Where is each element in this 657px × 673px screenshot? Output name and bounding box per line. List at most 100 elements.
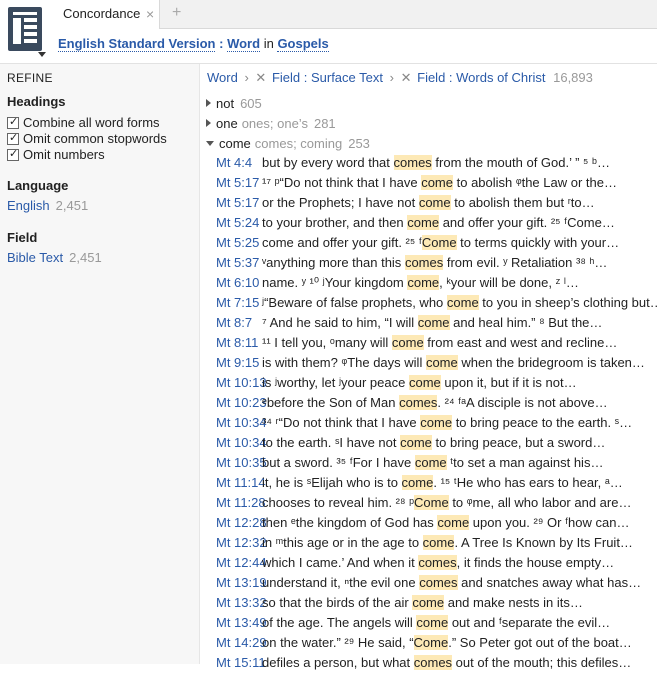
context-after: and offer your gift. ²⁵ ᶠCome… <box>439 215 615 230</box>
verse-reference-link[interactable]: Mt 5:37 <box>216 253 262 273</box>
collapse-arrow-icon[interactable] <box>206 141 214 146</box>
chevron-down-icon[interactable] <box>38 52 46 57</box>
verse-reference-link[interactable]: Mt 11:14 <box>216 473 266 493</box>
field-facet-link[interactable]: Bible Text <box>7 250 63 265</box>
verse-reference-link[interactable]: Mt 13:19 <box>216 573 267 593</box>
result-row[interactable]: Mt 15:11defiles a person, but what comes… <box>216 653 657 673</box>
result-row[interactable]: Mt 13:49of the age. The angels will come… <box>216 613 657 633</box>
result-row[interactable]: Mt 13:19understand it, ⁿthe evil one com… <box>216 573 657 593</box>
close-icon[interactable]: × <box>146 6 154 22</box>
tab-concordance[interactable]: Concordance × <box>54 0 160 29</box>
context-after: , ᵏyour will be done, ᶻ ˡ… <box>439 275 579 290</box>
matched-word: come <box>422 535 455 550</box>
verse-reference-link[interactable]: Mt 15:11 <box>216 653 266 673</box>
scope-link[interactable]: Gospels <box>277 36 329 52</box>
add-tab-button[interactable]: + <box>172 4 181 22</box>
result-row[interactable]: Mt 8:11 ¹¹ I tell you, ᵒmany will come fr… <box>216 333 657 353</box>
crumb-word[interactable]: Word <box>207 70 238 85</box>
verse-reference-link[interactable]: Mt 7:15 <box>216 293 262 313</box>
verse-reference-link[interactable]: Mt 10:13 <box>216 373 267 393</box>
result-row[interactable]: Mt 13:32so that the birds of the air com… <box>216 593 657 613</box>
matched-word: come <box>425 355 458 370</box>
verse-reference-link[interactable]: Mt 10:35 <box>216 453 267 473</box>
context-text: it, he is ˢElijah who is to come. ¹⁵ ᵗHe… <box>262 475 623 490</box>
result-row[interactable]: Mt 4:4 but by every word that comes from … <box>216 153 657 173</box>
verse-reference-link[interactable]: Mt 9:15 <box>216 353 262 373</box>
omit-numbers-checkbox[interactable]: Omit numbers <box>7 147 105 163</box>
omit-stopwords-checkbox[interactable]: Omit common stopwords <box>7 131 167 147</box>
verse-reference-link[interactable]: Mt 5:24 <box>216 213 262 233</box>
layout-menu-icon[interactable] <box>8 7 42 51</box>
context-before: to your brother, and then <box>262 215 408 230</box>
result-row[interactable]: Mt 8:7 ⁷ And he said to him, “I will come… <box>216 313 657 333</box>
result-row[interactable]: Mt 12:28then ᵉthe kingdom of God has com… <box>216 513 657 533</box>
verse-reference-link[interactable]: Mt 8:7 <box>216 313 262 333</box>
group-not[interactable]: not 605 <box>206 96 262 111</box>
verse-reference-link[interactable]: Mt 10:23 <box>216 393 267 413</box>
verse-reference-link[interactable]: Mt 6:10 <box>216 273 262 293</box>
result-row[interactable]: Mt 10:35but a sword. ³⁵ ᶠFor I have come… <box>216 453 657 473</box>
result-row[interactable]: Mt 5:17 or the Prophets; I have not come … <box>216 193 657 213</box>
verse-reference-link[interactable]: Mt 14:29 <box>216 633 267 653</box>
expand-arrow-icon[interactable] <box>206 99 211 107</box>
matched-word: Come <box>414 495 449 510</box>
context-before: to the earth. ˢI have not <box>262 435 401 450</box>
context-before: chooses to reveal him. ²⁸ ᵖ <box>262 495 415 510</box>
verse-reference-link[interactable]: Mt 13:32 <box>216 593 267 613</box>
checkbox-icon[interactable] <box>7 115 19 129</box>
language-facet-link[interactable]: English <box>7 198 50 213</box>
verse-reference-link[interactable]: Mt 12:44 <box>216 553 267 573</box>
checkbox-icon[interactable] <box>7 147 19 161</box>
context-before: understand it, ⁿthe evil one <box>262 575 420 590</box>
result-row[interactable]: Mt 11:28chooses to reveal him. ²⁸ ᵖCome … <box>216 493 657 513</box>
verse-reference-link[interactable]: Mt 5:17 <box>216 173 262 193</box>
matched-word: come <box>391 335 424 350</box>
group-word: not <box>216 96 235 111</box>
verse-reference-link[interactable]: Mt 12:32 <box>216 533 267 553</box>
field-link[interactable]: Word <box>227 36 261 52</box>
verse-reference-link[interactable]: Mt 5:25 <box>216 233 262 253</box>
result-row[interactable]: Mt 5:17 ¹⁷ ᵖ“Do not think that I have com… <box>216 173 657 193</box>
group-forms: comes; coming <box>254 136 343 151</box>
result-row[interactable]: Mt 5:25 come and offer your gift. ²⁵ ᶠCom… <box>216 233 657 253</box>
verse-reference-link[interactable]: Mt 11:28 <box>216 493 266 513</box>
result-row[interactable]: Mt 12:32in ᵐthis age or in the age to co… <box>216 533 657 553</box>
checkbox-icon[interactable] <box>7 131 19 145</box>
result-row[interactable]: Mt 10:23ᵉbefore the Son of Man comes. ²⁴… <box>216 393 657 413</box>
result-row[interactable]: Mt 9:15 is with them? ᵠThe days will come… <box>216 353 657 373</box>
result-row[interactable]: Mt 7:15 ʲ“Beware of false prophets, who c… <box>216 293 657 313</box>
result-row[interactable]: Mt 5:24 to your brother, and then come an… <box>216 213 657 233</box>
context-after: and make nests in its… <box>444 595 583 610</box>
crumb-words-of-christ[interactable]: Field : Words of Christ <box>417 70 545 85</box>
group-come[interactable]: come comes; coming 253 <box>206 136 370 151</box>
remove-filter-icon[interactable]: ✕ <box>255 70 266 85</box>
combine-word-forms-checkbox[interactable]: Combine all word forms <box>7 115 160 131</box>
remove-filter-icon[interactable]: ✕ <box>401 70 412 85</box>
matched-word: comes <box>413 655 453 670</box>
verse-reference-link[interactable]: Mt 13:49 <box>216 613 267 633</box>
context-before: so that the birds of the air <box>262 595 413 610</box>
context-before: come and offer your gift. ²⁵ ᶠ <box>262 235 422 250</box>
verse-reference-link[interactable]: Mt 10:34 <box>216 413 267 433</box>
result-row[interactable]: Mt 14:29on the water.” ²⁹ He said, “Come… <box>216 633 657 653</box>
result-row[interactable]: Mt 12:44which I came.’ And when it comes… <box>216 553 657 573</box>
verse-reference-link[interactable]: Mt 8:11 <box>216 333 262 353</box>
result-row[interactable]: Mt 10:13is ʲworthy, let ʲyour peace come… <box>216 373 657 393</box>
result-row[interactable]: Mt 5:37 ᵛanything more than this comes fr… <box>216 253 657 273</box>
verse-reference-link[interactable]: Mt 5:17 <box>216 193 262 213</box>
crumb-surface-text[interactable]: Field : Surface Text <box>272 70 383 85</box>
verse-reference-link[interactable]: Mt 4:4 <box>216 153 262 173</box>
result-row[interactable]: Mt 6:10 name. ʸ ¹⁰ ʲYour kingdom come, ᵏy… <box>216 273 657 293</box>
expand-arrow-icon[interactable] <box>206 119 211 127</box>
matched-word: come <box>414 455 447 470</box>
group-one[interactable]: one ones; one’s 281 <box>206 116 336 131</box>
result-row[interactable]: Mt 10:34to the earth. ˢI have not come t… <box>216 433 657 453</box>
version-link[interactable]: English Standard Version <box>58 36 216 52</box>
verse-reference-link[interactable]: Mt 12:28 <box>216 513 267 533</box>
result-row[interactable]: Mt 10:34³⁴ ʳ“Do not think that I have co… <box>216 413 657 433</box>
verse-reference-link[interactable]: Mt 10:34 <box>216 433 267 453</box>
context-before: it, he is ˢElijah who is to <box>262 475 402 490</box>
result-row[interactable]: Mt 11:14it, he is ˢElijah who is to come… <box>216 473 657 493</box>
matched-word: come <box>401 475 434 490</box>
context-text: or the Prophets; I have not come to abol… <box>262 195 595 210</box>
